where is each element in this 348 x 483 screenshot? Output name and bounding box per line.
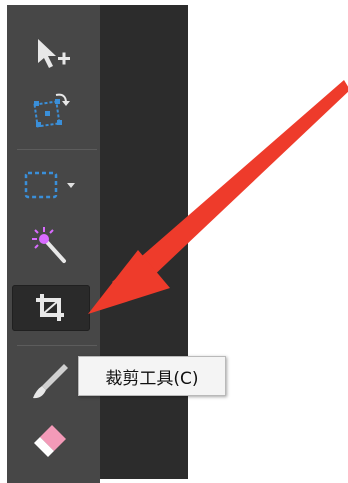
tooltip: 裁剪工具(C) [78,356,226,396]
annotation-arrow [88,80,348,314]
tooltip-text: 裁剪工具(C) [105,368,199,389]
